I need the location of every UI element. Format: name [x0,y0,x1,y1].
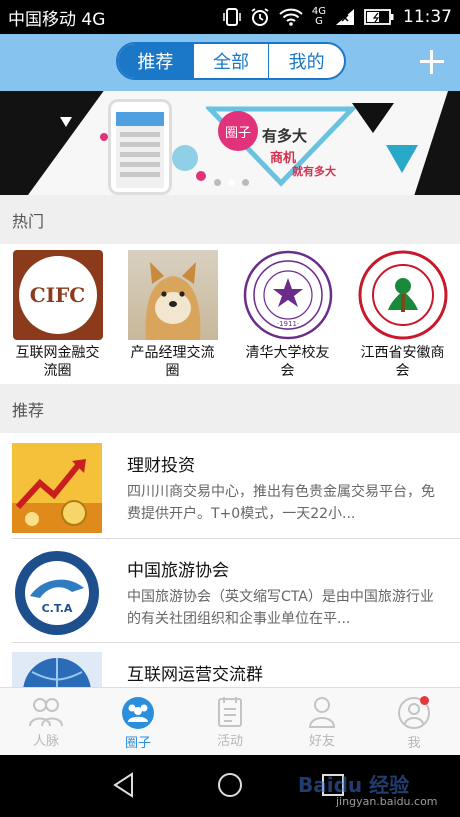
tab-friends[interactable]: 好友 [276,688,368,755]
doge-avatar [127,250,218,340]
list-item-title: 中国旅游协会 [127,561,229,581]
person-icon [308,697,336,728]
phone-illustration [108,99,172,195]
system-nav-bar [0,755,460,817]
status-bar: 中国移动 4G 4G G 11:37 [0,0,460,34]
tab-label: 活动 [216,734,243,749]
tab-all[interactable]: 全部 [192,44,269,78]
carrier-label: 中国移动 4G [8,9,106,30]
tab-recommend[interactable]: 推荐 [118,44,193,78]
chamber-seal [358,250,448,340]
tab-label: 圈子 [124,736,151,751]
banner-subtext: 就有多大 [292,165,336,178]
list-item[interactable]: C.T.A 中国旅游协会 中国旅游协会（英文缩写CTA）是由中国旅游行业的有关社… [0,538,460,642]
status-icons: 4G G 11:37 [223,7,452,27]
battery-icon [364,9,394,25]
recents-icon[interactable] [322,774,344,796]
promo-banner[interactable]: 圈子 有多大 商机 就有多大 [0,91,460,195]
network-indicator: 4G G [311,6,326,27]
hot-item-label: 清华大学校友会 [245,345,330,379]
list-item-title: 理财投资 [127,456,195,476]
vibrate-icon [223,7,241,27]
notification-badge [420,696,429,705]
svg-text:·1911·: ·1911· [276,320,298,328]
list-item[interactable]: 互联网运营交流群 [0,642,460,687]
triangle-dark-icon [352,103,394,133]
hot-item-label: 江西省安徽商会 [360,345,445,379]
list-item-desc: 中国旅游协会（英文缩写CTA）是由中国旅游行业的有关社团组织和企事业单位在平..… [127,589,434,627]
finance-thumb [12,443,102,533]
hot-item[interactable]: CIFC 互联网金融交流圈 [0,244,115,384]
banner-headline: 有多大 [262,127,308,145]
list-item-desc: 四川川商交易中心，推出有色贵金属交易平台，免费提供开户。T+0模式，一天22小.… [127,484,435,522]
hot-item[interactable]: 江西省安徽商会 [345,244,460,384]
internet-thumb [12,652,102,687]
carousel-dot[interactable] [242,179,249,186]
carousel-dots [214,179,249,186]
tsinghua-seal: ·1911· [243,250,333,340]
tab-me[interactable]: 我 [368,688,460,755]
tab-label: 人脉 [32,734,59,749]
alarm-icon [250,7,270,27]
hot-list: CIFC 互联网金融交流圈 产品经理交流圈 ·1911· 清华大学校友会 江西省… [0,244,460,384]
tab-contacts[interactable]: 人脉 [0,688,92,755]
clock-time: 11:37 [403,7,452,27]
plus-icon[interactable] [418,48,446,76]
people-icon [29,698,63,727]
hot-item[interactable]: 产品经理交流圈 [115,244,230,384]
tab-circles[interactable]: 圈子 [92,688,184,755]
small-triangle-icon [60,117,72,127]
banner-logo: 圈子 [218,111,258,151]
back-icon[interactable] [112,772,136,798]
svg-text:C.T.A: C.T.A [42,602,73,615]
bottom-tab-bar: 人脉 圈子 活动 好友 我 [0,687,460,755]
carousel-dot[interactable] [228,179,235,186]
tab-events[interactable]: 活动 [184,688,276,755]
recommend-list: 理财投资 四川川商交易中心，推出有色贵金属交易平台，免费提供开户。T+0模式，一… [0,433,460,687]
cifc-logo: CIFC [12,250,103,340]
list-item[interactable]: 理财投资 四川川商交易中心，推出有色贵金属交易平台，免费提供开户。T+0模式，一… [0,433,460,537]
recommend-section-title: 推荐 [0,384,460,434]
wifi-icon [279,8,303,26]
tab-label: 我 [407,736,421,751]
decor-circle [196,171,206,181]
hot-item[interactable]: ·1911· 清华大学校友会 [230,244,345,384]
triangle-teal-icon [386,145,418,173]
home-icon[interactable] [218,773,242,797]
hot-section-title: 热门 [0,195,460,245]
signal-icon [335,8,355,26]
hot-item-label: 产品经理交流圈 [130,345,215,379]
cta-logo: C.T.A [12,548,102,638]
top-header: 推荐 全部 我的 [0,34,460,91]
tab-label: 好友 [308,734,335,749]
calendar-icon [218,697,242,727]
circle-group-icon [122,697,154,729]
carousel-dot[interactable] [214,179,221,186]
decor-circle [100,133,108,141]
hot-item-label: 互联网金融交流圈 [15,345,100,379]
segment-control: 推荐 全部 我的 [116,42,346,80]
list-item-title: 互联网运营交流群 [127,665,263,685]
decor-circle [172,145,198,171]
tab-mine[interactable]: 我的 [268,44,344,78]
